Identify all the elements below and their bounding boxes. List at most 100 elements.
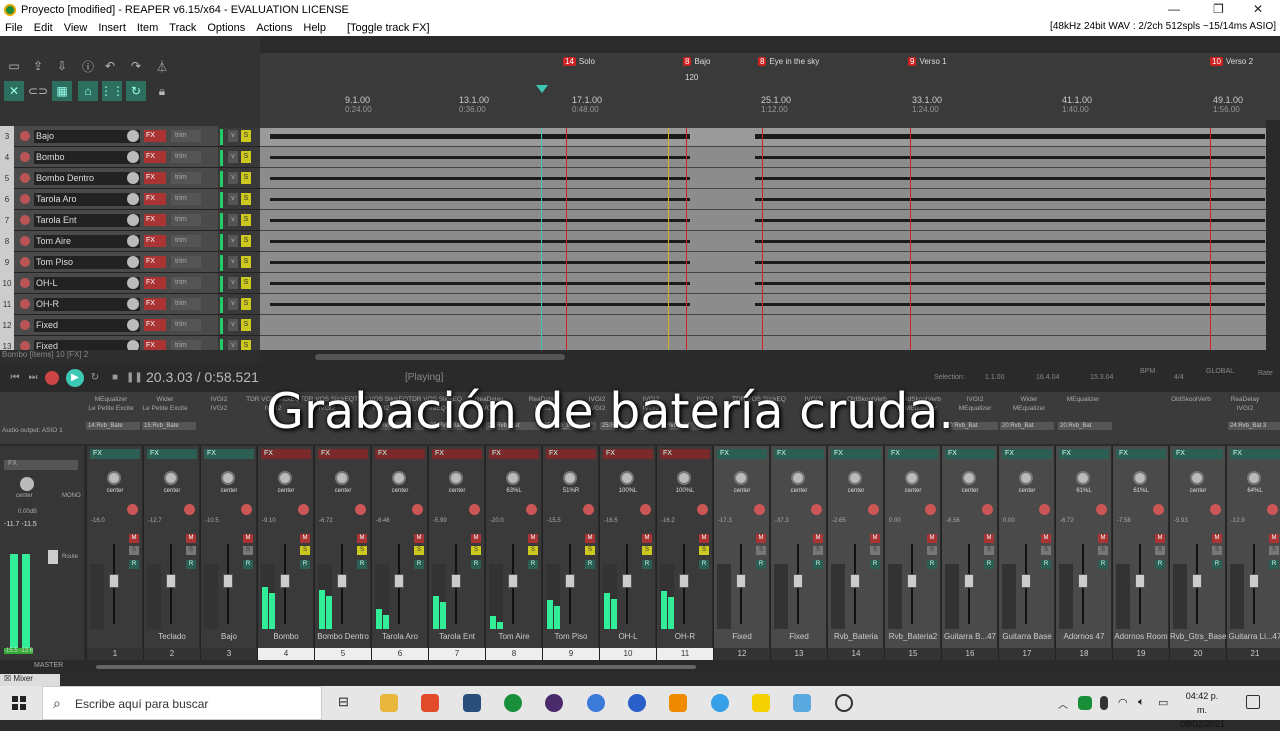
audio-waveform[interactable] [270, 156, 690, 159]
strip-track-name[interactable]: Tom Piso [543, 632, 599, 641]
tray-app-icon[interactable] [1078, 696, 1092, 710]
mute-button[interactable]: M [129, 534, 139, 543]
strip-track-number[interactable]: 1 [87, 648, 143, 660]
app-icon[interactable] [587, 694, 605, 712]
track-name-field[interactable]: Tarola Aro [34, 193, 140, 206]
fx-insert-2[interactable]: IVGI2 [1218, 404, 1272, 413]
ripple-edit-icon[interactable]: ✕ [4, 81, 24, 101]
track-chevron-down-icon[interactable]: v [228, 214, 238, 226]
audio-waveform[interactable] [270, 282, 690, 285]
volume-fader[interactable] [394, 574, 404, 588]
record-arm-button[interactable] [20, 320, 30, 330]
selection-length[interactable]: 15.3.04 [1090, 374, 1113, 381]
solo-button[interactable]: S [813, 546, 823, 555]
volume-fader[interactable] [1135, 574, 1145, 588]
route-button[interactable]: R [870, 560, 880, 569]
master-fx-button[interactable]: FX [4, 460, 78, 470]
solo-button[interactable]: S [471, 546, 481, 555]
vlc-icon[interactable] [669, 694, 687, 712]
volume-fader[interactable] [793, 574, 803, 588]
strip-fx-button[interactable]: FX [375, 449, 425, 459]
volume-fader[interactable] [679, 574, 689, 588]
track-header[interactable]: 12 Fixed FX trim v S [0, 315, 260, 336]
strip-fx-button[interactable]: FX [1002, 449, 1052, 459]
record-arm-button[interactable] [412, 504, 423, 515]
snap-icon[interactable]: ⋮⋮ [100, 81, 124, 101]
new-project-icon[interactable]: ▭ [4, 56, 24, 76]
strip-track-name[interactable]: Tarola Ent [429, 632, 485, 641]
route-button[interactable]: R [699, 560, 709, 569]
volume-knob[interactable] [127, 214, 139, 226]
track-lane[interactable] [260, 273, 1266, 294]
strip-track-name[interactable]: Bombo [258, 632, 314, 641]
volume-knob[interactable] [127, 319, 139, 331]
track-header[interactable]: 3 Bajo FX trim v S [0, 126, 260, 147]
track-name-field[interactable]: Bajo [34, 130, 140, 143]
record-arm-button[interactable] [298, 504, 309, 515]
strip-track-name[interactable]: Rvb_Gtrs_Base [1170, 632, 1226, 641]
track-lane[interactable] [260, 336, 1266, 350]
strip-fx-button[interactable]: FX [261, 449, 311, 459]
record-arm-button[interactable] [20, 215, 30, 225]
route-button[interactable]: R [414, 560, 424, 569]
marker-bajo[interactable]: 8 Bajo [683, 55, 710, 67]
strip-track-number[interactable]: 3 [201, 648, 257, 660]
mute-button[interactable]: M [984, 534, 994, 543]
audio-waveform[interactable] [270, 240, 690, 243]
solo-button[interactable]: S [241, 277, 251, 289]
solo-button[interactable]: S [243, 546, 253, 555]
marker-verso-2[interactable]: 10 Verso 2 [1210, 55, 1253, 67]
solo-button[interactable]: S [984, 546, 994, 555]
track-fx-button[interactable]: FX [144, 235, 166, 247]
mute-button[interactable]: M [414, 534, 424, 543]
solo-button[interactable]: S [1212, 546, 1222, 555]
volume-knob[interactable] [127, 193, 139, 205]
strip-track-number[interactable]: 2 [144, 648, 200, 660]
track-name-field[interactable]: Tom Piso [34, 256, 140, 269]
audio-waveform[interactable] [270, 261, 690, 264]
pan-knob[interactable] [620, 471, 634, 485]
strip-track-name[interactable]: Fixed [714, 632, 770, 641]
strip-track-number[interactable]: 7 [429, 648, 485, 660]
marker-verso-1[interactable]: 9 Verso 1 [908, 55, 947, 67]
track-fx-button[interactable]: FX [144, 193, 166, 205]
sticky-notes-icon[interactable] [752, 694, 770, 712]
automation-trim-button[interactable]: trim [171, 151, 201, 163]
automation-trim-button[interactable]: trim [171, 130, 201, 142]
app-icon[interactable] [545, 694, 563, 712]
brave-browser-icon[interactable] [421, 694, 439, 712]
strip-track-name[interactable]: Guitarra B...47 [942, 632, 998, 641]
solo-button[interactable]: S [1155, 546, 1165, 555]
route-button[interactable]: R [1041, 560, 1051, 569]
volume-icon[interactable]: 🔈︎ [1138, 696, 1152, 710]
audio-waveform[interactable] [270, 134, 690, 139]
strip-track-number[interactable]: 21 [1227, 648, 1280, 660]
menu-item[interactable]: Item [132, 22, 164, 34]
strip-track-number[interactable]: 4 [258, 648, 314, 660]
record-arm-button[interactable] [868, 504, 879, 515]
audio-waveform[interactable] [270, 177, 690, 180]
menu-file[interactable]: File [0, 22, 29, 34]
track-name-field[interactable]: Bombo [34, 151, 140, 164]
volume-knob[interactable] [127, 130, 139, 142]
pan-knob[interactable] [164, 471, 178, 485]
route-button[interactable]: R [1155, 560, 1165, 569]
strip-fx-button[interactable]: FX [432, 449, 482, 459]
volume-fader[interactable] [736, 574, 746, 588]
strip-fx-button[interactable]: FX [204, 449, 254, 459]
volume-fader[interactable] [1078, 574, 1088, 588]
route-button[interactable]: R [243, 560, 253, 569]
audio-waveform[interactable] [755, 282, 1265, 285]
chevron-up-icon[interactable]: ︿ [1058, 696, 1070, 711]
volume-fader[interactable] [907, 574, 917, 588]
strip-fx-button[interactable]: FX [546, 449, 596, 459]
taskbar-search[interactable]: ⌕ Escribe aquí para buscar [42, 686, 322, 720]
track-name-field[interactable]: Tom Aire [34, 235, 140, 248]
strip-track-name[interactable]: Bombo Dentro [315, 632, 371, 641]
solo-button[interactable]: S [241, 214, 251, 226]
solo-button[interactable]: S [927, 546, 937, 555]
solo-button[interactable]: S [585, 546, 595, 555]
strip-track-name[interactable]: Bajo [201, 632, 257, 641]
strip-track-name[interactable]: Tom Aire [486, 632, 542, 641]
audio-waveform[interactable] [755, 134, 1265, 139]
